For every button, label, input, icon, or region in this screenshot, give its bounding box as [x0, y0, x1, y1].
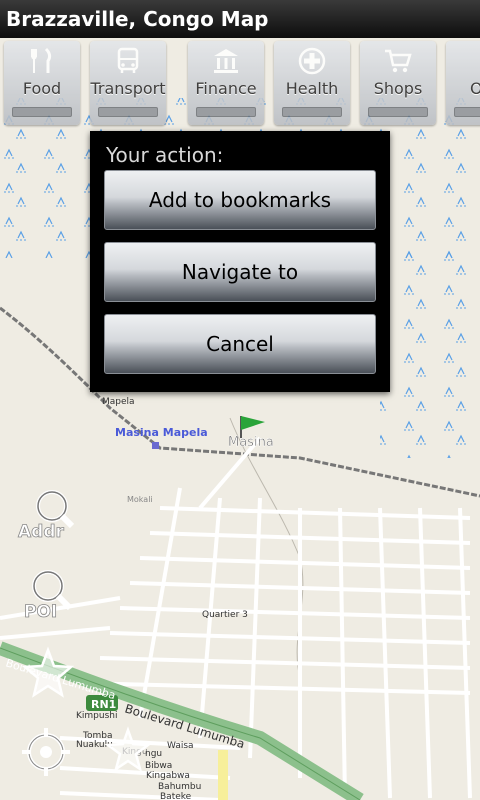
- category-food[interactable]: Food: [4, 41, 80, 125]
- category-shops-label: Shops: [373, 79, 423, 98]
- category-health-label: Health: [285, 79, 339, 98]
- app-title: Brazzaville, Congo Map: [6, 7, 269, 31]
- label-masina: Masina: [228, 435, 274, 450]
- bus-icon: [117, 47, 139, 73]
- category-transport-label: Transport: [90, 79, 166, 98]
- fork-knife-icon: [31, 47, 52, 73]
- category-toolbar: Food Transport Finance Health Shops O: [0, 38, 480, 130]
- label-kimpushi: Kimpushi: [76, 711, 117, 721]
- label-mokali: Mokali: [127, 495, 153, 504]
- category-food-label: Food: [22, 79, 62, 98]
- poi-label: POI: [24, 602, 57, 622]
- label-bibwa: Bibwa: [145, 761, 172, 771]
- add-to-bookmarks-button[interactable]: Add to bookmarks: [104, 170, 376, 230]
- bank-icon: [214, 49, 238, 73]
- poi-search-tool[interactable]: POI: [24, 570, 73, 622]
- cancel-button[interactable]: Cancel: [104, 314, 376, 374]
- category-shops[interactable]: Shops: [360, 41, 436, 125]
- label-kingabwa: Kingabwa: [146, 771, 190, 781]
- dialog-heading: Your action:: [106, 143, 224, 167]
- addr-search-tool[interactable]: Addr: [18, 490, 75, 542]
- navigate-to-button[interactable]: Navigate to: [104, 242, 376, 302]
- label-masina-mapela: Masina Mapela: [115, 426, 208, 439]
- category-health[interactable]: Health: [274, 41, 350, 125]
- category-food-bar: [12, 107, 72, 117]
- label-bateke: Bateke: [160, 792, 192, 800]
- action-dialog: Your action: Add to bookmarks Navigate t…: [90, 131, 390, 392]
- label-quartier3: Quartier 3: [202, 610, 248, 620]
- bookmark-star-icon[interactable]: [104, 726, 152, 772]
- category-transport[interactable]: Transport: [90, 41, 166, 125]
- category-transport-bar: [98, 107, 158, 117]
- station-marker: [152, 442, 159, 449]
- category-finance-bar: [196, 107, 256, 117]
- marsh-area-east: [380, 238, 480, 458]
- category-finance[interactable]: Finance: [188, 41, 264, 125]
- label-mapela: Mapela: [102, 397, 135, 407]
- category-partial-bar: [454, 107, 480, 117]
- category-finance-label: Finance: [195, 79, 257, 98]
- label-waisa: Waisa: [167, 741, 194, 751]
- yellow-road: [218, 750, 228, 800]
- category-shops-bar: [368, 107, 428, 117]
- category-partial[interactable]: O: [446, 41, 480, 125]
- label-bahumbu: Bahumbu: [158, 782, 201, 792]
- medical-cross-icon: [298, 47, 326, 75]
- shopping-cart-icon: [385, 49, 412, 73]
- category-health-bar: [282, 107, 342, 117]
- category-partial-label: O: [470, 79, 480, 98]
- app-title-bar: Brazzaville, Congo Map: [0, 0, 480, 38]
- addr-label: Addr: [18, 522, 64, 542]
- label-ngu: ngu: [145, 749, 162, 759]
